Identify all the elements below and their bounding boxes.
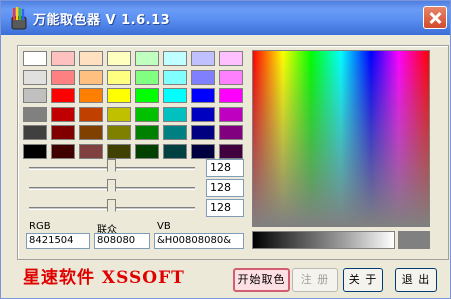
slider-thumb[interactable] xyxy=(107,199,116,216)
grayscale-bar[interactable] xyxy=(252,231,395,249)
color-swatch[interactable] xyxy=(135,106,159,122)
color-swatch[interactable] xyxy=(219,125,243,140)
web-field[interactable]: 808080 xyxy=(94,233,150,249)
window-title: 万能取色器 V 1.6.13 xyxy=(33,13,171,28)
color-swatch[interactable] xyxy=(219,106,243,122)
color-swatch[interactable] xyxy=(79,106,103,122)
about-button[interactable]: 关 于 xyxy=(343,268,383,292)
color-swatch[interactable] xyxy=(163,69,187,85)
color-swatch[interactable] xyxy=(135,88,159,103)
color-swatch[interactable] xyxy=(107,143,131,159)
brand-text: 星速软件 XSSOFT xyxy=(23,268,185,288)
green-value-field[interactable]: 128 xyxy=(206,179,244,197)
slider-thumb[interactable] xyxy=(107,159,116,176)
color-swatch[interactable] xyxy=(51,88,75,103)
vb-label: VB xyxy=(157,221,171,232)
red-slider[interactable] xyxy=(23,159,203,177)
vb-field[interactable]: &H00808080& xyxy=(154,233,244,249)
color-swatch[interactable] xyxy=(191,125,215,140)
color-swatch[interactable] xyxy=(23,88,47,103)
color-swatch[interactable] xyxy=(79,88,103,103)
color-swatch[interactable] xyxy=(135,69,159,85)
color-swatch[interactable] xyxy=(163,51,187,66)
color-swatch[interactable] xyxy=(79,143,103,159)
app-window: 万能取色器 V 1.6.13 128 128 128 RGB 8421504 联… xyxy=(0,0,451,299)
color-swatch[interactable] xyxy=(191,88,215,103)
color-swatch[interactable] xyxy=(219,88,243,103)
exit-button[interactable]: 退 出 xyxy=(395,268,437,292)
color-swatch[interactable] xyxy=(191,51,215,66)
color-swatch[interactable] xyxy=(23,106,47,122)
register-button[interactable]: 注 册 xyxy=(292,268,338,292)
color-spectrum[interactable] xyxy=(252,50,430,227)
color-swatch[interactable] xyxy=(51,51,75,66)
color-swatch[interactable] xyxy=(23,143,47,159)
color-swatch[interactable] xyxy=(107,88,131,103)
color-swatch[interactable] xyxy=(191,143,215,159)
color-swatch[interactable] xyxy=(79,125,103,140)
rgb-label: RGB xyxy=(29,221,51,232)
color-swatch[interactable] xyxy=(23,51,47,66)
color-swatch[interactable] xyxy=(135,51,159,66)
color-swatch[interactable] xyxy=(51,69,75,85)
close-button[interactable] xyxy=(423,6,447,29)
color-swatch[interactable] xyxy=(79,69,103,85)
color-swatch[interactable] xyxy=(107,51,131,66)
color-swatch[interactable] xyxy=(163,106,187,122)
color-swatch[interactable] xyxy=(163,125,187,140)
color-swatch[interactable] xyxy=(23,125,47,140)
color-swatch[interactable] xyxy=(79,51,103,66)
slider-thumb[interactable] xyxy=(107,179,116,196)
color-swatch[interactable] xyxy=(135,143,159,159)
blue-slider[interactable] xyxy=(23,199,203,217)
green-slider[interactable] xyxy=(23,179,203,197)
color-swatch[interactable] xyxy=(51,143,75,159)
start-pick-button[interactable]: 开始取色 xyxy=(233,268,290,292)
brush-pot-icon xyxy=(11,7,27,30)
color-swatch[interactable] xyxy=(107,106,131,122)
rgb-field[interactable]: 8421504 xyxy=(26,233,90,249)
color-swatch[interactable] xyxy=(51,106,75,122)
color-swatch[interactable] xyxy=(51,125,75,140)
color-swatch[interactable] xyxy=(135,125,159,140)
color-preview xyxy=(398,231,430,249)
color-swatch[interactable] xyxy=(219,69,243,85)
color-swatch[interactable] xyxy=(107,125,131,140)
title-bar[interactable]: 万能取色器 V 1.6.13 xyxy=(1,1,450,35)
color-swatch[interactable] xyxy=(163,143,187,159)
red-value-field[interactable]: 128 xyxy=(206,159,244,177)
color-swatch[interactable] xyxy=(191,106,215,122)
color-swatch[interactable] xyxy=(219,51,243,66)
color-swatch[interactable] xyxy=(219,143,243,159)
color-swatch[interactable] xyxy=(163,88,187,103)
color-swatch[interactable] xyxy=(107,69,131,85)
blue-value-field[interactable]: 128 xyxy=(206,199,244,217)
color-swatch[interactable] xyxy=(23,69,47,85)
color-swatch[interactable] xyxy=(191,69,215,85)
